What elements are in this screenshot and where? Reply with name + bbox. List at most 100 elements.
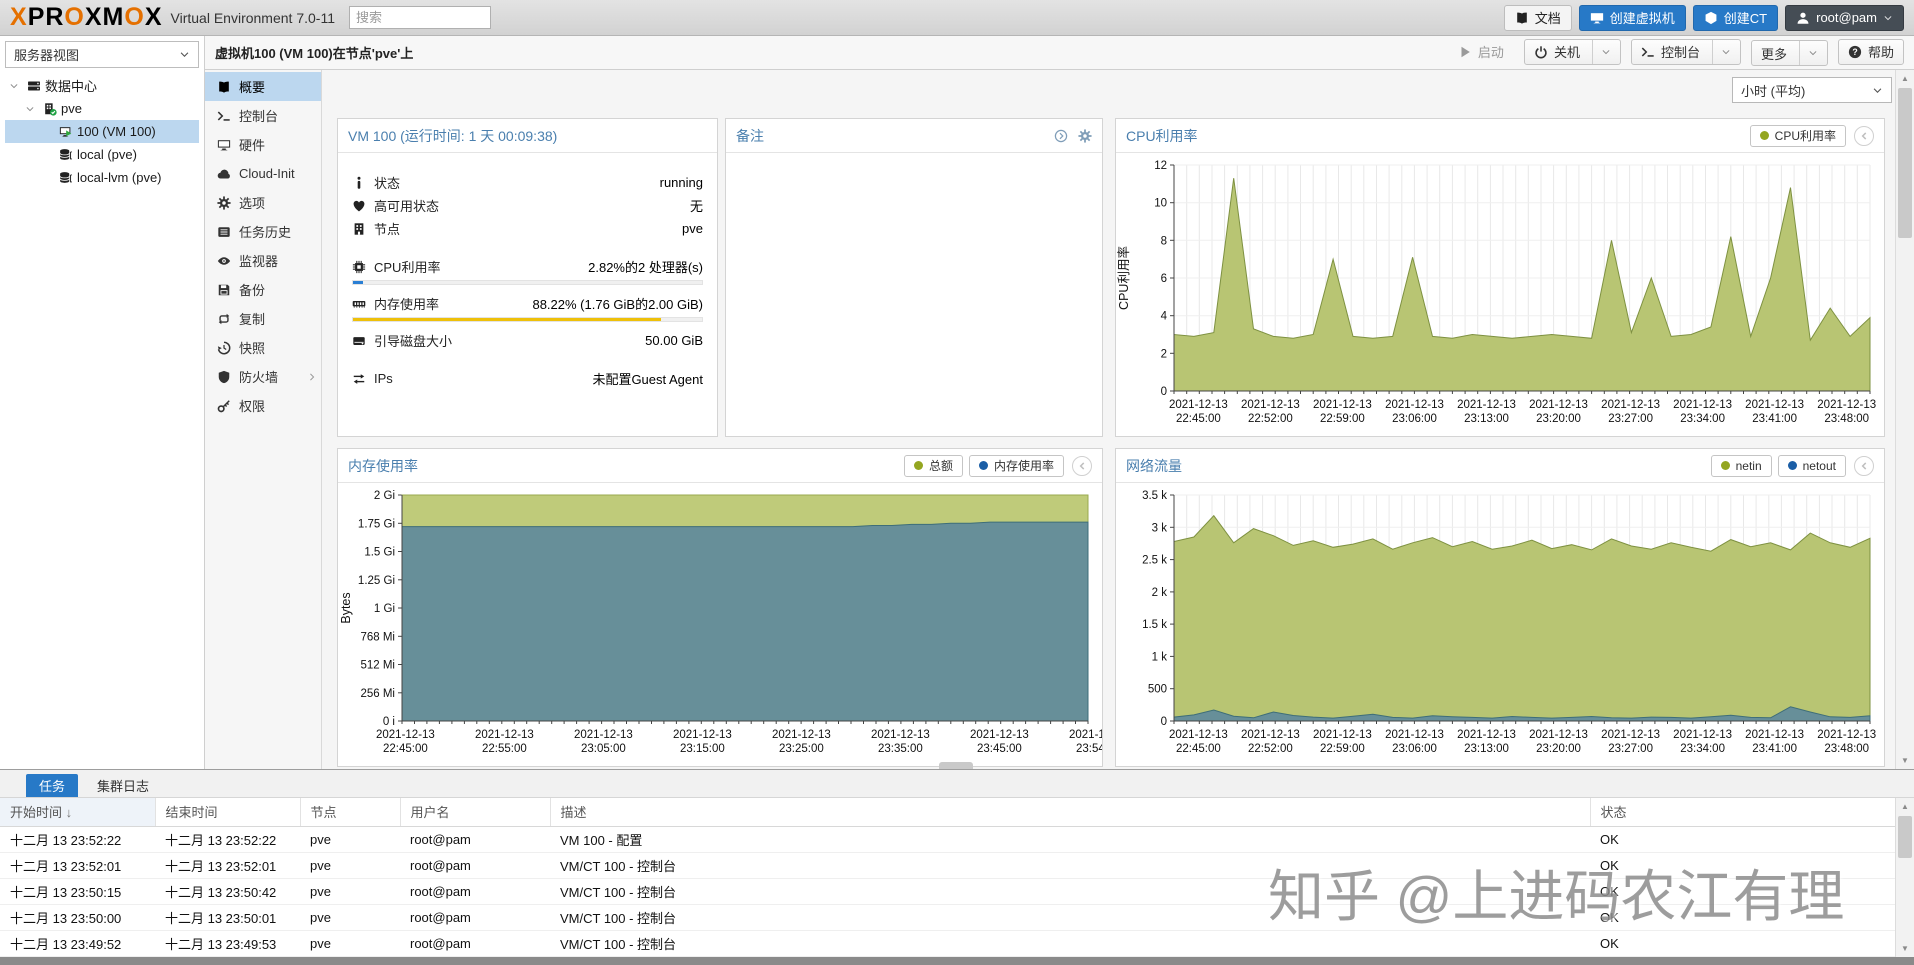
monitor-icon <box>217 138 231 152</box>
task-cell: root@pam <box>400 930 550 956</box>
nav-item-monitor[interactable]: 监视器 <box>205 246 321 275</box>
user-menu-button[interactable]: root@pam <box>1785 5 1904 31</box>
column-header-节点[interactable]: 节点 <box>300 798 400 826</box>
tree-item-storage-local-lvm[interactable]: local-lvm (pve) <box>5 166 199 189</box>
legend-netin[interactable]: netin <box>1711 455 1772 477</box>
scrollbar-thumb[interactable] <box>1898 816 1912 858</box>
scroll-down-icon[interactable]: ▼ <box>1896 752 1914 769</box>
period-selector[interactable]: 小时 (平均) <box>1732 77 1892 103</box>
tree-item-node-pve[interactable]: pve <box>5 97 199 120</box>
book-icon <box>217 80 231 94</box>
nav-item-summary[interactable]: 概要 <box>205 72 321 101</box>
building-icon <box>352 222 366 236</box>
status-label: IPs <box>374 371 393 386</box>
svg-text:2021-12-13: 2021-12-13 <box>1241 729 1300 741</box>
svg-text:2021-12-13: 2021-12-13 <box>1529 729 1588 741</box>
tab-tasks[interactable]: 任务 <box>26 774 78 797</box>
column-header-状态[interactable]: 状态 <box>1590 798 1895 826</box>
task-row[interactable]: 十二月 13 23:52:01十二月 13 23:52:01pveroot@pa… <box>0 852 1895 878</box>
help-button-label: 帮助 <box>1868 42 1894 61</box>
expander-icon[interactable] <box>9 81 23 91</box>
nav-item-console[interactable]: 控制台 <box>205 101 321 130</box>
tree-item-storage-local[interactable]: local (pve) <box>5 143 199 166</box>
nav-item-label: 概要 <box>239 77 265 96</box>
undo-zoom-icon[interactable] <box>1854 456 1874 476</box>
gear-icon[interactable] <box>1078 129 1092 143</box>
memory-chart-header: 内存使用率 总额内存使用率 <box>338 449 1102 483</box>
nav-item-snapshots[interactable]: 快照 <box>205 333 321 362</box>
nav-item-backup[interactable]: 备份 <box>205 275 321 304</box>
create-vm-button[interactable]: 创建虚拟机 <box>1579 5 1686 31</box>
main-scrollbar[interactable]: ▲ ▼ <box>1895 70 1914 769</box>
notes-body[interactable] <box>726 153 1102 437</box>
svg-text:1.5 k: 1.5 k <box>1142 619 1167 631</box>
search-input[interactable] <box>349 6 491 29</box>
cpu-usage-svg: 0246810122021-12-1322:45:002021-12-1322:… <box>1116 153 1884 437</box>
splitter-handle[interactable] <box>939 762 973 769</box>
chevron-down-icon <box>9 81 19 91</box>
app-header: XPROXMOX Virtual Environment 7.0-11 文档创建… <box>0 0 1914 36</box>
undo-zoom-icon[interactable] <box>1854 126 1874 146</box>
nav-item-cloud-init[interactable]: Cloud-Init <box>205 159 321 188</box>
table-scrollbar[interactable]: ▲ ▼ <box>1895 798 1914 957</box>
open-notes-icon[interactable] <box>1054 129 1068 143</box>
cpu-icon <box>352 260 366 274</box>
svg-text:23:06:00: 23:06:00 <box>1392 413 1437 425</box>
task-tabs: 任务集群日志 <box>0 770 1914 798</box>
notes-panel: 备注 <box>725 118 1103 437</box>
tree-item-datacenter[interactable]: 数据中心 <box>5 74 199 97</box>
column-header-描述[interactable]: 描述 <box>550 798 1590 826</box>
nav-item-options[interactable]: 选项 <box>205 188 321 217</box>
console-button[interactable]: 控制台 <box>1631 39 1741 65</box>
terminal-icon <box>217 109 231 123</box>
column-header-结束时间[interactable]: 结束时间 <box>155 798 300 826</box>
nav-item-firewall[interactable]: 防火墙 <box>205 362 321 391</box>
expander-icon[interactable] <box>25 104 39 114</box>
undo-zoom-icon[interactable] <box>1072 456 1092 476</box>
svg-text:4: 4 <box>1161 311 1168 323</box>
nav-item-replication[interactable]: 复制 <box>205 304 321 333</box>
svg-text:23:41:00: 23:41:00 <box>1752 743 1797 755</box>
network-chart-header: 网络流量 netinnetout <box>1116 449 1884 483</box>
nav-item-permissions[interactable]: 权限 <box>205 391 321 420</box>
shutdown-button[interactable]: 关机 <box>1524 39 1621 65</box>
svg-text:256 Mi: 256 Mi <box>360 688 395 700</box>
task-row[interactable]: 十二月 13 23:50:15十二月 13 23:50:42pveroot@pa… <box>0 878 1895 904</box>
nav-item-label: 备份 <box>239 280 265 299</box>
retweet-icon <box>217 312 231 326</box>
svg-text:3.5 k: 3.5 k <box>1142 490 1167 502</box>
scroll-down-icon[interactable]: ▼ <box>1896 940 1914 957</box>
tree-item-vm-100[interactable]: 100 (VM 100) <box>5 120 199 143</box>
svg-text:2021-12-13: 2021-12-13 <box>772 729 831 741</box>
user-icon <box>1796 11 1810 25</box>
cube-icon <box>1704 11 1718 25</box>
scroll-up-icon[interactable]: ▲ <box>1896 798 1914 815</box>
more-button[interactable]: 更多 <box>1751 40 1828 66</box>
view-selector[interactable]: 服务器视图 <box>5 41 199 68</box>
svg-text:23:34:00: 23:34:00 <box>1680 743 1725 755</box>
status-row-memory-usage: 内存使用率88.22% (1.76 GiB的2.00 GiB) <box>352 292 703 315</box>
nav-item-task-history[interactable]: 任务历史 <box>205 217 321 246</box>
info-icon <box>352 176 366 190</box>
task-cell: 十二月 13 23:52:22 <box>0 826 155 852</box>
column-header-用户名[interactable]: 用户名 <box>400 798 550 826</box>
tab-cluster-log[interactable]: 集群日志 <box>84 774 162 797</box>
legend-CPU利用率[interactable]: CPU利用率 <box>1750 125 1846 147</box>
svg-text:2021-12-13: 2021-12-13 <box>673 729 732 741</box>
task-cell: 十二月 13 23:49:52 <box>0 930 155 956</box>
start-button-label: 启动 <box>1478 42 1504 61</box>
task-row[interactable]: 十二月 13 23:49:52十二月 13 23:49:53pveroot@pa… <box>0 930 1895 956</box>
documentation-button[interactable]: 文档 <box>1504 5 1572 31</box>
help-button[interactable]: ?帮助 <box>1838 39 1904 65</box>
nav-item-hardware[interactable]: 硬件 <box>205 130 321 159</box>
create-ct-button[interactable]: 创建CT <box>1693 5 1778 31</box>
task-row[interactable]: 十二月 13 23:50:00十二月 13 23:50:01pveroot@pa… <box>0 904 1895 930</box>
task-row[interactable]: 十二月 13 23:52:22十二月 13 23:52:22pveroot@pa… <box>0 826 1895 852</box>
column-header-开始时间[interactable]: 开始时间 ↓ <box>0 798 155 826</box>
scrollbar-thumb[interactable] <box>1898 88 1912 238</box>
svg-text:8: 8 <box>1161 235 1167 247</box>
legend-netout[interactable]: netout <box>1778 455 1846 477</box>
scroll-up-icon[interactable]: ▲ <box>1896 70 1914 87</box>
legend-内存使用率[interactable]: 内存使用率 <box>969 455 1064 477</box>
legend-总额[interactable]: 总额 <box>904 455 963 477</box>
